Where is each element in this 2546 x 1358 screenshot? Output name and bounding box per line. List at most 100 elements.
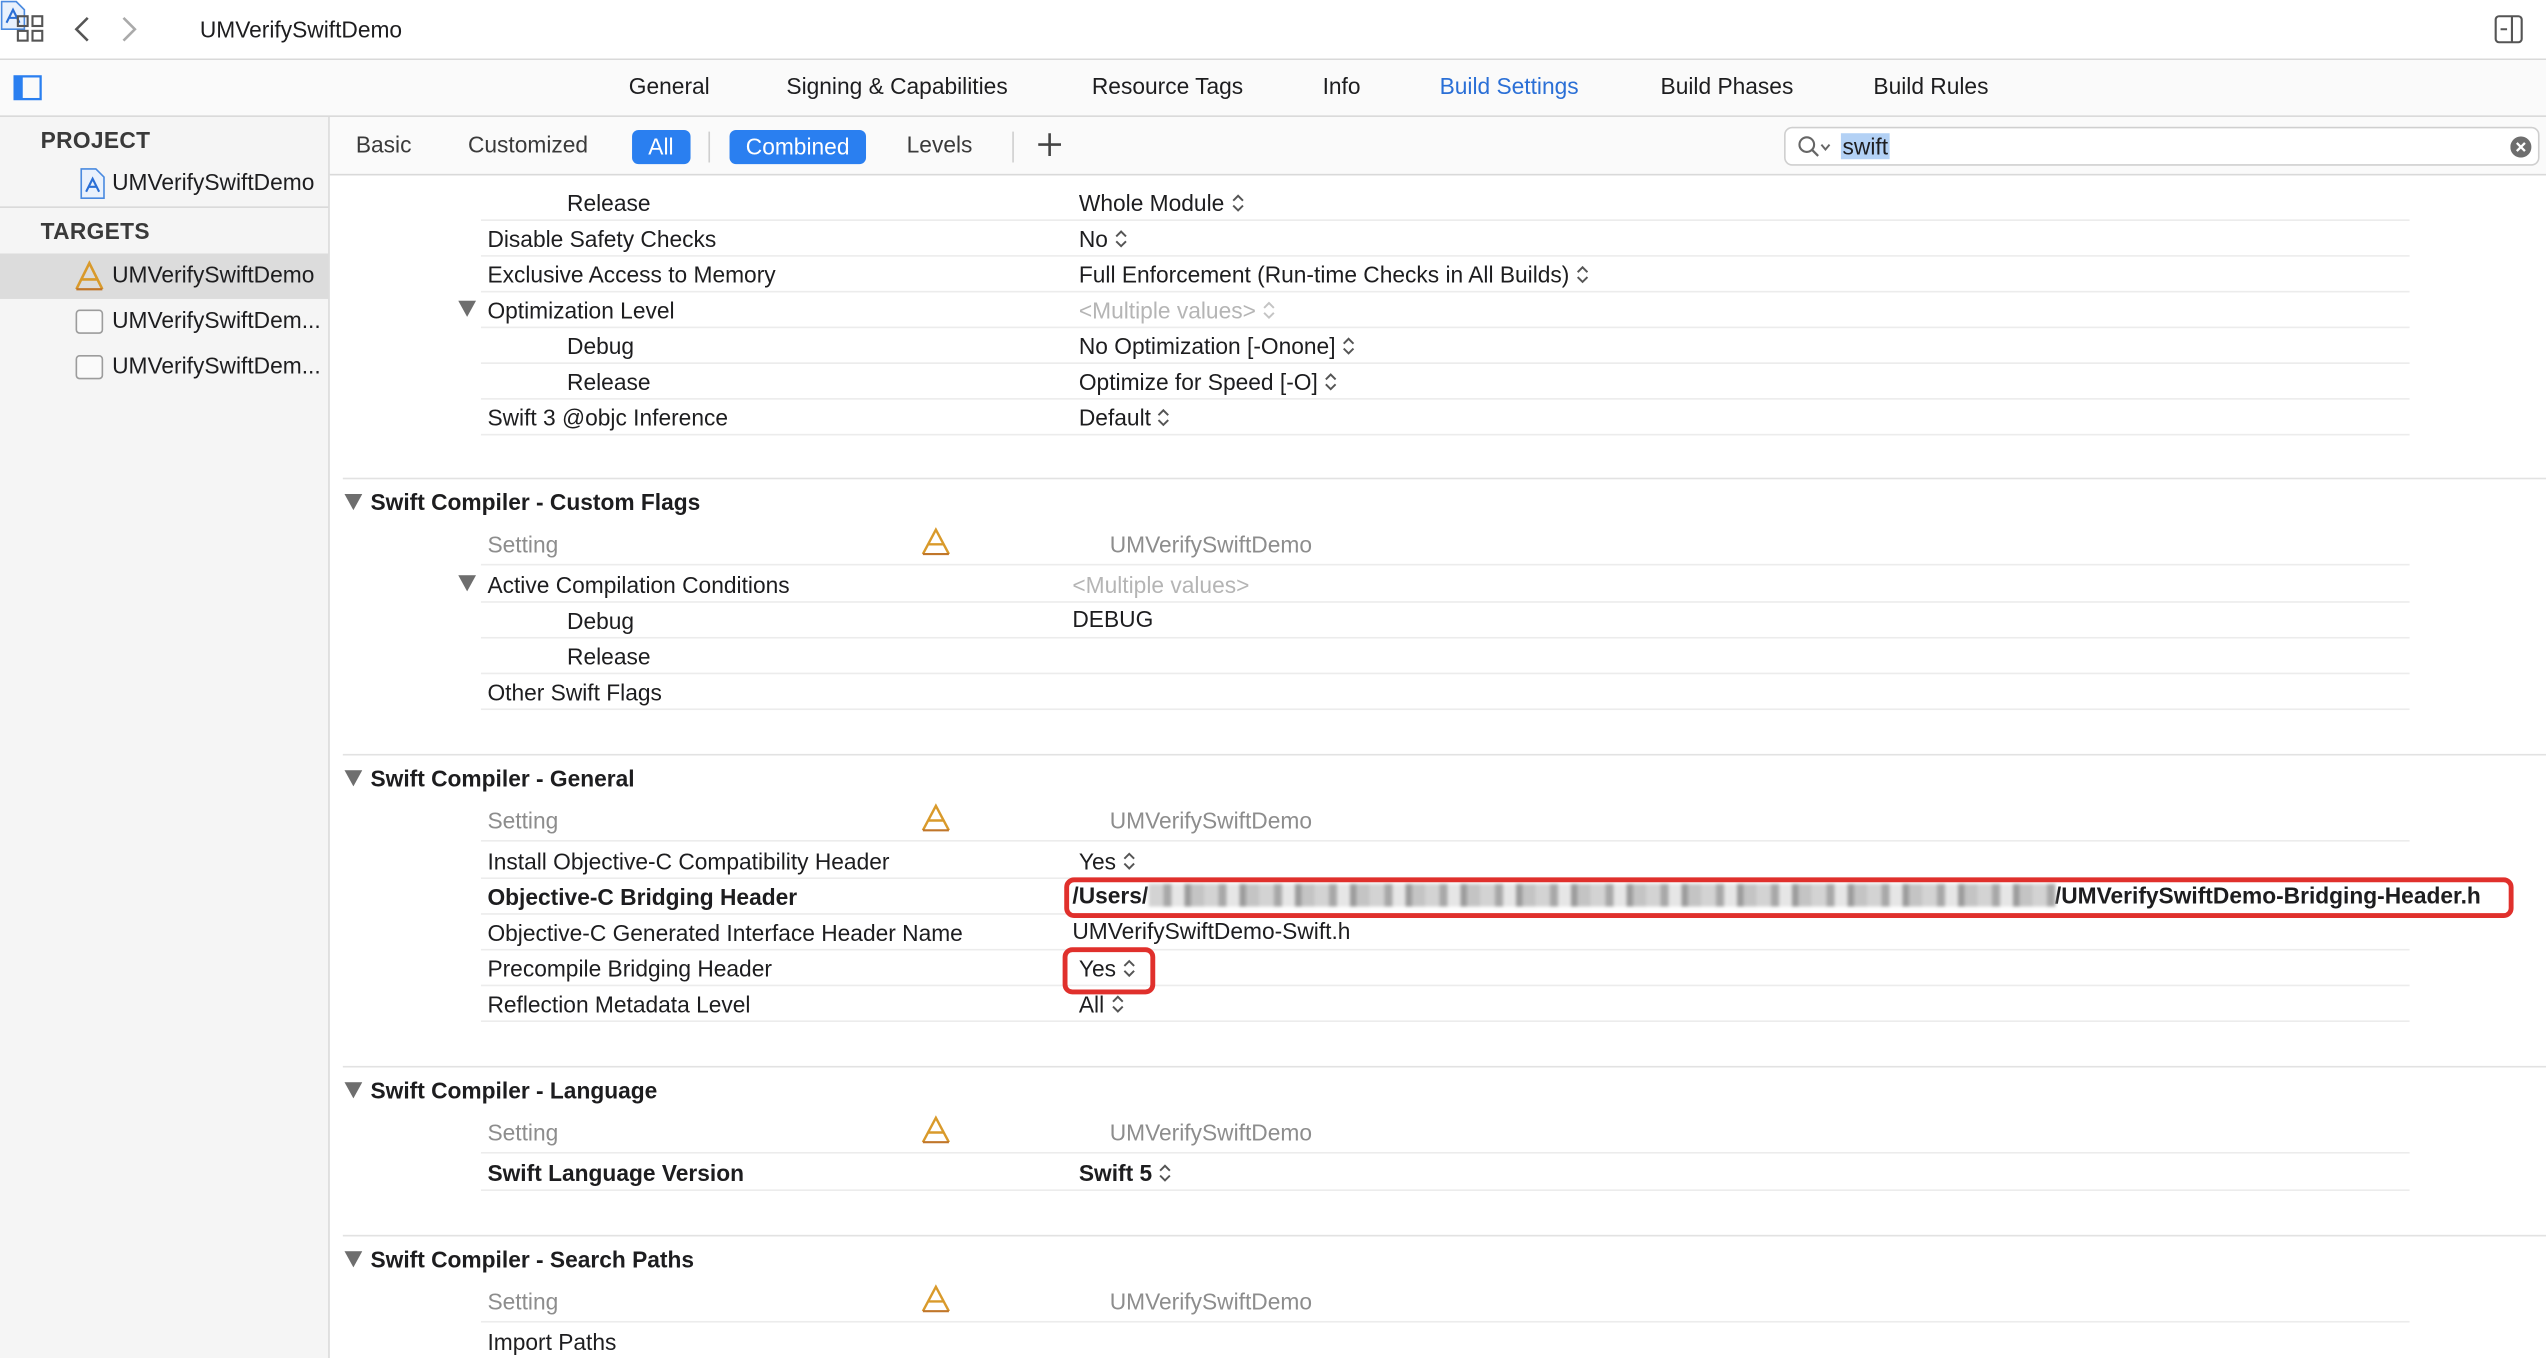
setting-row[interactable]: Install Objective-C Compatibility Header… (480, 843, 2410, 880)
tab-build-phases[interactable]: Build Phases (1661, 73, 1794, 99)
window-title: UMVerifySwiftDemo (199, 16, 403, 43)
section-title: Swift Compiler - Custom Flags (370, 489, 701, 516)
setting-value[interactable]: UMVerifySwiftDemo-Swift.h (1072, 918, 1350, 944)
setting-row[interactable]: Import Paths (481, 1324, 2410, 1358)
disclosure-triangle-icon[interactable] (344, 770, 363, 787)
sidebar-item-target[interactable]: UMVerifySwiftDem... (0, 299, 328, 344)
tab-build-rules[interactable]: Build Rules (1873, 73, 1988, 99)
setting-row[interactable]: Reflection Metadata Level All (480, 986, 2410, 1022)
setting-row[interactable]: Exclusive Access to Memory Full Enforcem… (480, 257, 2410, 293)
sidebar-item-label: UMVerifySwiftDem... (112, 352, 321, 379)
title-bar: UMVerifySwiftDemo (0, 0, 2546, 61)
view-levels[interactable]: Levels (907, 132, 973, 158)
bridging-header-highlight (1064, 877, 2514, 919)
stepper-icon (1115, 230, 1127, 248)
plus-icon[interactable] (1035, 130, 1064, 159)
setting-value[interactable]: <Multiple values> (1079, 297, 1276, 323)
section-divider (342, 753, 2546, 756)
project-header: PROJECT (40, 126, 151, 153)
setting-row[interactable]: Debug No Optimization [-Onone] (480, 328, 2410, 364)
setting-row[interactable]: Release Optimize for Speed [-O] (480, 364, 2410, 400)
sidebar-item-label: UMVerifySwiftDem... (112, 307, 321, 334)
stepper-icon (1111, 995, 1123, 1013)
tab-build-settings[interactable]: Build Settings (1440, 73, 1579, 99)
build-settings-list: Release Whole Module Disable Safety Chec… (329, 175, 2546, 1358)
view-combined[interactable]: Combined (729, 129, 866, 165)
xcode-window: UMVerifySwiftDemo General Signing & Capa… (0, 0, 2546, 1358)
setting-value[interactable]: Optimize for Speed [-O] (1079, 369, 1337, 395)
search-input[interactable]: swift (1784, 126, 2540, 166)
setting-value[interactable]: No (1079, 226, 1128, 252)
section-header-row: Setting UMVerifySwiftDemo (480, 1111, 2410, 1154)
setting-row[interactable]: Active Compilation Conditions <Multiple … (458, 567, 2410, 603)
app-target-icon (921, 1115, 950, 1144)
chevron-right-icon[interactable] (114, 15, 143, 44)
stepper-icon (1159, 1164, 1171, 1182)
section-title: Swift Compiler - General (370, 765, 635, 792)
setting-row[interactable]: Objective-C Generated Interface Header N… (480, 915, 2410, 951)
swift-project-file-icon (80, 168, 105, 200)
search-query[interactable]: swift (1840, 133, 1890, 160)
inspector-toggle-icon[interactable] (2494, 15, 2523, 44)
tab-info[interactable]: Info (1323, 73, 1361, 99)
setting-value[interactable]: All (1079, 991, 1124, 1017)
section-title: Swift Compiler - Language (370, 1077, 658, 1104)
setting-value[interactable]: Whole Module (1079, 190, 1244, 216)
setting-value[interactable]: Full Enforcement (Run-time Checks in All… (1079, 262, 1589, 288)
divider (1012, 131, 1014, 163)
chevron-left-icon[interactable] (68, 15, 97, 44)
section-header-row: Setting UMVerifySwiftDemo (480, 799, 2410, 842)
disclosure-triangle-icon[interactable] (458, 575, 477, 592)
disclosure-triangle-icon[interactable] (344, 1251, 363, 1268)
filter-customized[interactable]: Customized (468, 132, 588, 158)
project-navigator-sidebar: PROJECT UMVerifySwiftDemo TARGETS UMVeri… (0, 116, 330, 1358)
filter-all[interactable]: All (632, 129, 690, 165)
setting-row[interactable]: Optimization Level <Multiple values> (458, 292, 2410, 329)
setting-value[interactable]: DEBUG (1072, 606, 1153, 632)
disclosure-triangle-icon[interactable] (344, 493, 363, 511)
setting-value[interactable]: Default (1079, 405, 1171, 431)
setting-value[interactable]: Swift 5 (1079, 1160, 1172, 1186)
setting-value[interactable]: No Optimization [-Onone] (1079, 333, 1355, 359)
setting-row[interactable]: Swift Language Version Swift 5 (480, 1155, 2410, 1191)
tab-signing-capabilities[interactable]: Signing & Capabilities (786, 73, 1007, 99)
app-target-icon (75, 260, 104, 291)
divider (708, 131, 711, 163)
stepper-icon (1263, 301, 1275, 320)
filter-basic[interactable]: Basic (356, 132, 412, 158)
setting-row[interactable]: Disable Safety Checks No (480, 221, 2410, 257)
setting-row[interactable]: Debug DEBUG (480, 603, 2410, 639)
build-settings-filter-bar: Basic Customized All Combined Levels swi… (329, 116, 2546, 176)
setting-row[interactable]: Release (480, 639, 2410, 675)
sidebar-item-label: UMVerifySwiftDemo (112, 261, 315, 288)
stepper-icon (1231, 194, 1243, 212)
clear-search-icon[interactable] (2510, 136, 2532, 158)
sidebar-item-target[interactable]: UMVerifySwiftDemo (0, 253, 329, 299)
sidebar-item-label: UMVerifySwiftDemo (112, 168, 315, 195)
section-title: Swift Compiler - Search Paths (370, 1246, 695, 1273)
targets-header: TARGETS (40, 217, 150, 244)
sidebar-divider (0, 206, 329, 208)
search-icon (1798, 136, 1831, 157)
sidebar-item-project[interactable]: UMVerifySwiftDemo (0, 161, 328, 206)
setting-value[interactable]: <Multiple values> (1072, 572, 1249, 598)
app-target-icon (921, 803, 950, 832)
setting-row[interactable]: Precompile Bridging Header Yes (480, 951, 2410, 987)
sidebar-toggle-icon[interactable] (13, 75, 42, 101)
disclosure-triangle-icon[interactable] (458, 300, 477, 317)
app-target-icon (921, 1284, 950, 1313)
grid-icon[interactable] (16, 15, 45, 44)
section-divider (342, 477, 2546, 480)
tab-resource-tags[interactable]: Resource Tags (1092, 73, 1243, 99)
bundle-target-icon (75, 309, 104, 334)
setting-row[interactable]: Other Swift Flags (480, 674, 2410, 711)
setting-row[interactable]: Swift 3 @objc Inference Default (480, 400, 2410, 436)
sidebar-item-target[interactable]: UMVerifySwiftDem... (0, 344, 328, 389)
setting-value[interactable]: Yes (1079, 848, 1136, 874)
tab-general[interactable]: General (629, 73, 710, 99)
section-divider (342, 1234, 2546, 1237)
disclosure-triangle-icon[interactable] (344, 1082, 363, 1099)
stepper-icon (1576, 265, 1588, 284)
setting-row[interactable]: Release Whole Module (480, 185, 2410, 221)
bundle-target-icon (75, 355, 104, 380)
